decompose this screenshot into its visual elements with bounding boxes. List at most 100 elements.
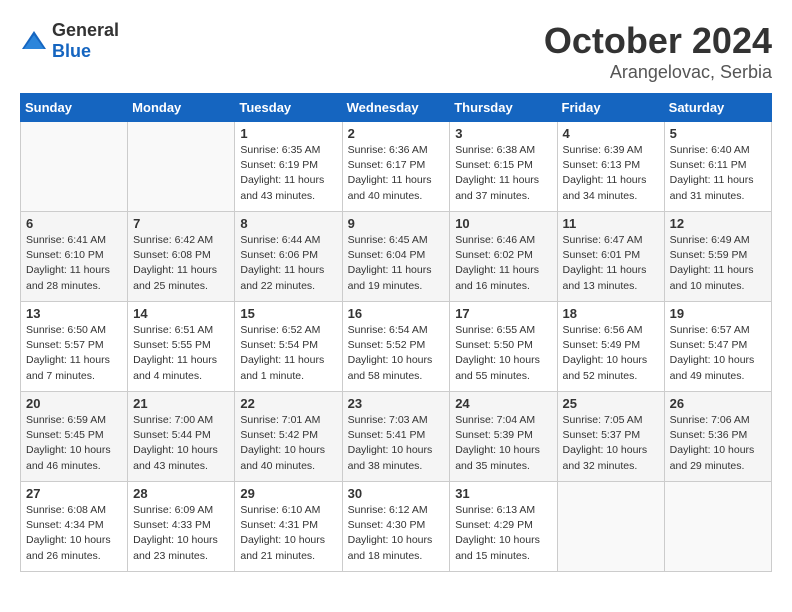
day-info: Sunrise: 6:09 AM Sunset: 4:33 PM Dayligh…	[133, 503, 229, 564]
calendar-cell: 7 Sunrise: 6:42 AM Sunset: 6:08 PM Daylig…	[128, 212, 235, 302]
weekday-header-thursday: Thursday	[450, 94, 557, 122]
weekday-header-saturday: Saturday	[664, 94, 771, 122]
calendar-week-3: 13Sunrise: 6:50 AM Sunset: 5:57 PM Dayli…	[21, 302, 772, 392]
day-info: Sunrise: 6:40 AM Sunset: 6:11 PM Dayligh…	[670, 143, 766, 204]
day-number: 30	[348, 486, 445, 501]
month-title: October 2024	[544, 20, 772, 62]
calendar-cell: 26 Sunrise: 7:06 AM Sunset: 5:36 PM Dayli…	[664, 392, 771, 482]
day-info: Sunrise: 7:00 AM Sunset: 5:44 PM Dayligh…	[133, 413, 229, 474]
weekday-header-wednesday: Wednesday	[342, 94, 450, 122]
day-info: Sunrise: 6:38 AM Sunset: 6:15 PM Dayligh…	[455, 143, 551, 204]
calendar-cell: 25Sunrise: 7:05 AM Sunset: 5:37 PM Dayli…	[557, 392, 664, 482]
calendar-cell: 17 Sunrise: 6:55 AM Sunset: 5:50 PM Dayli…	[450, 302, 557, 392]
day-info: Sunrise: 6:46 AM Sunset: 6:02 PM Dayligh…	[455, 233, 551, 294]
calendar-cell	[21, 122, 128, 212]
calendar-table: SundayMondayTuesdayWednesdayThursdayFrid…	[20, 93, 772, 572]
day-info: Sunrise: 6:55 AM Sunset: 5:50 PM Dayligh…	[455, 323, 551, 384]
day-info: Sunrise: 6:54 AM Sunset: 5:52 PM Dayligh…	[348, 323, 445, 384]
calendar-cell: 21Sunrise: 7:00 AM Sunset: 5:44 PM Dayli…	[128, 392, 235, 482]
calendar-week-5: 27Sunrise: 6:08 AM Sunset: 4:34 PM Dayli…	[21, 482, 772, 572]
weekday-header-sunday: Sunday	[21, 94, 128, 122]
logo: General Blue	[20, 20, 119, 62]
day-number: 15	[240, 306, 336, 321]
day-number: 20	[26, 396, 122, 411]
calendar-cell: 31 Sunrise: 6:13 AM Sunset: 4:29 PM Dayli…	[450, 482, 557, 572]
day-info: Sunrise: 7:05 AM Sunset: 5:37 PM Dayligh…	[563, 413, 659, 474]
day-number: 10	[455, 216, 551, 231]
calendar-cell: 11 Sunrise: 6:47 AM Sunset: 6:01 PM Dayli…	[557, 212, 664, 302]
calendar-cell: 22 Sunrise: 7:01 AM Sunset: 5:42 PM Dayli…	[235, 392, 342, 482]
day-info: Sunrise: 6:42 AM Sunset: 6:08 PM Dayligh…	[133, 233, 229, 294]
calendar-cell: 28 Sunrise: 6:09 AM Sunset: 4:33 PM Dayli…	[128, 482, 235, 572]
day-info: Sunrise: 7:01 AM Sunset: 5:42 PM Dayligh…	[240, 413, 336, 474]
day-info: Sunrise: 6:52 AM Sunset: 5:54 PM Dayligh…	[240, 323, 336, 384]
day-info: Sunrise: 6:56 AM Sunset: 5:49 PM Dayligh…	[563, 323, 659, 384]
day-number: 8	[240, 216, 336, 231]
weekday-header-row: SundayMondayTuesdayWednesdayThursdayFrid…	[21, 94, 772, 122]
day-number: 28	[133, 486, 229, 501]
day-number: 1	[240, 126, 336, 141]
day-info: Sunrise: 6:13 AM Sunset: 4:29 PM Dayligh…	[455, 503, 551, 564]
day-info: Sunrise: 6:44 AM Sunset: 6:06 PM Dayligh…	[240, 233, 336, 294]
calendar-cell: 23 Sunrise: 7:03 AM Sunset: 5:41 PM Dayli…	[342, 392, 450, 482]
day-number: 24	[455, 396, 551, 411]
calendar-cell: 16 Sunrise: 6:54 AM Sunset: 5:52 PM Dayli…	[342, 302, 450, 392]
day-info: Sunrise: 7:03 AM Sunset: 5:41 PM Dayligh…	[348, 413, 445, 474]
day-number: 22	[240, 396, 336, 411]
day-number: 16	[348, 306, 445, 321]
day-info: Sunrise: 6:47 AM Sunset: 6:01 PM Dayligh…	[563, 233, 659, 294]
calendar-cell: 18 Sunrise: 6:56 AM Sunset: 5:49 PM Dayli…	[557, 302, 664, 392]
day-info: Sunrise: 7:04 AM Sunset: 5:39 PM Dayligh…	[455, 413, 551, 474]
calendar-cell: 6Sunrise: 6:41 AM Sunset: 6:10 PM Daylig…	[21, 212, 128, 302]
logo-blue: Blue	[52, 41, 91, 61]
calendar-cell: 19 Sunrise: 6:57 AM Sunset: 5:47 PM Dayli…	[664, 302, 771, 392]
calendar-week-1: 1Sunrise: 6:35 AM Sunset: 6:19 PM Daylig…	[21, 122, 772, 212]
calendar-cell: 10 Sunrise: 6:46 AM Sunset: 6:02 PM Dayli…	[450, 212, 557, 302]
calendar-cell: 20 Sunrise: 6:59 AM Sunset: 5:45 PM Dayli…	[21, 392, 128, 482]
day-info: Sunrise: 6:59 AM Sunset: 5:45 PM Dayligh…	[26, 413, 122, 474]
day-number: 29	[240, 486, 336, 501]
calendar-cell: 12Sunrise: 6:49 AM Sunset: 5:59 PM Dayli…	[664, 212, 771, 302]
day-number: 7	[133, 216, 229, 231]
calendar-cell: 27Sunrise: 6:08 AM Sunset: 4:34 PM Dayli…	[21, 482, 128, 572]
calendar-cell: 29Sunrise: 6:10 AM Sunset: 4:31 PM Dayli…	[235, 482, 342, 572]
day-number: 9	[348, 216, 445, 231]
day-number: 19	[670, 306, 766, 321]
day-info: Sunrise: 6:57 AM Sunset: 5:47 PM Dayligh…	[670, 323, 766, 384]
logo-general: General	[52, 20, 119, 40]
day-number: 26	[670, 396, 766, 411]
calendar-cell: 1Sunrise: 6:35 AM Sunset: 6:19 PM Daylig…	[235, 122, 342, 212]
title-block: October 2024 Arangelovac, Serbia	[544, 20, 772, 83]
page-header: General Blue October 2024 Arangelovac, S…	[20, 20, 772, 83]
calendar-week-2: 6Sunrise: 6:41 AM Sunset: 6:10 PM Daylig…	[21, 212, 772, 302]
logo-icon	[20, 27, 48, 55]
calendar-cell: 13Sunrise: 6:50 AM Sunset: 5:57 PM Dayli…	[21, 302, 128, 392]
day-info: Sunrise: 7:06 AM Sunset: 5:36 PM Dayligh…	[670, 413, 766, 474]
day-number: 2	[348, 126, 445, 141]
day-info: Sunrise: 6:51 AM Sunset: 5:55 PM Dayligh…	[133, 323, 229, 384]
calendar-cell: 4Sunrise: 6:39 AM Sunset: 6:13 PM Daylig…	[557, 122, 664, 212]
day-info: Sunrise: 6:39 AM Sunset: 6:13 PM Dayligh…	[563, 143, 659, 204]
day-number: 31	[455, 486, 551, 501]
calendar-cell: 5Sunrise: 6:40 AM Sunset: 6:11 PM Daylig…	[664, 122, 771, 212]
calendar-cell	[664, 482, 771, 572]
calendar-cell: 30Sunrise: 6:12 AM Sunset: 4:30 PM Dayli…	[342, 482, 450, 572]
calendar-cell: 15 Sunrise: 6:52 AM Sunset: 5:54 PM Dayli…	[235, 302, 342, 392]
day-info: Sunrise: 6:36 AM Sunset: 6:17 PM Dayligh…	[348, 143, 445, 204]
weekday-header-monday: Monday	[128, 94, 235, 122]
day-number: 18	[563, 306, 659, 321]
day-number: 27	[26, 486, 122, 501]
day-info: Sunrise: 6:45 AM Sunset: 6:04 PM Dayligh…	[348, 233, 445, 294]
location-title: Arangelovac, Serbia	[544, 62, 772, 83]
day-info: Sunrise: 6:41 AM Sunset: 6:10 PM Dayligh…	[26, 233, 122, 294]
day-number: 17	[455, 306, 551, 321]
calendar-cell: 14Sunrise: 6:51 AM Sunset: 5:55 PM Dayli…	[128, 302, 235, 392]
day-number: 11	[563, 216, 659, 231]
calendar-cell: 8 Sunrise: 6:44 AM Sunset: 6:06 PM Daylig…	[235, 212, 342, 302]
weekday-header-friday: Friday	[557, 94, 664, 122]
calendar-cell	[128, 122, 235, 212]
calendar-week-4: 20 Sunrise: 6:59 AM Sunset: 5:45 PM Dayli…	[21, 392, 772, 482]
day-info: Sunrise: 6:49 AM Sunset: 5:59 PM Dayligh…	[670, 233, 766, 294]
weekday-header-tuesday: Tuesday	[235, 94, 342, 122]
day-number: 23	[348, 396, 445, 411]
